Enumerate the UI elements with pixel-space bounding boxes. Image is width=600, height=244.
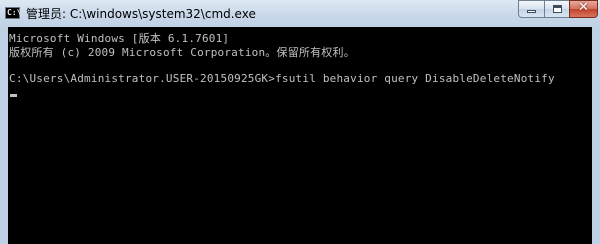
close-button[interactable]: ✕ xyxy=(569,0,598,18)
minimize-button[interactable] xyxy=(518,0,545,18)
maximize-icon xyxy=(553,5,562,13)
text-cursor xyxy=(10,94,17,97)
console-line-command: C:\Users\Administrator.USER-20150925GK>f… xyxy=(9,72,555,85)
console-line-copyright: 版权所有 (c) 2009 Microsoft Corporation。保留所有… xyxy=(9,46,355,59)
title-bar[interactable]: C:\ 管理员: C:\windows\system32\cmd.exe ✕ xyxy=(0,0,600,27)
cmd-app-icon[interactable]: C:\ xyxy=(5,7,21,19)
cmd-window: C:\ 管理员: C:\windows\system32\cmd.exe ✕ M… xyxy=(0,0,600,244)
console-output[interactable]: Microsoft Windows [版本 6.1.7601] 版权所有 (c)… xyxy=(8,27,592,244)
minimize-icon xyxy=(527,10,536,13)
maximize-button[interactable] xyxy=(544,0,570,18)
window-title: 管理员: C:\windows\system32\cmd.exe xyxy=(26,7,256,21)
close-icon: ✕ xyxy=(578,0,589,15)
